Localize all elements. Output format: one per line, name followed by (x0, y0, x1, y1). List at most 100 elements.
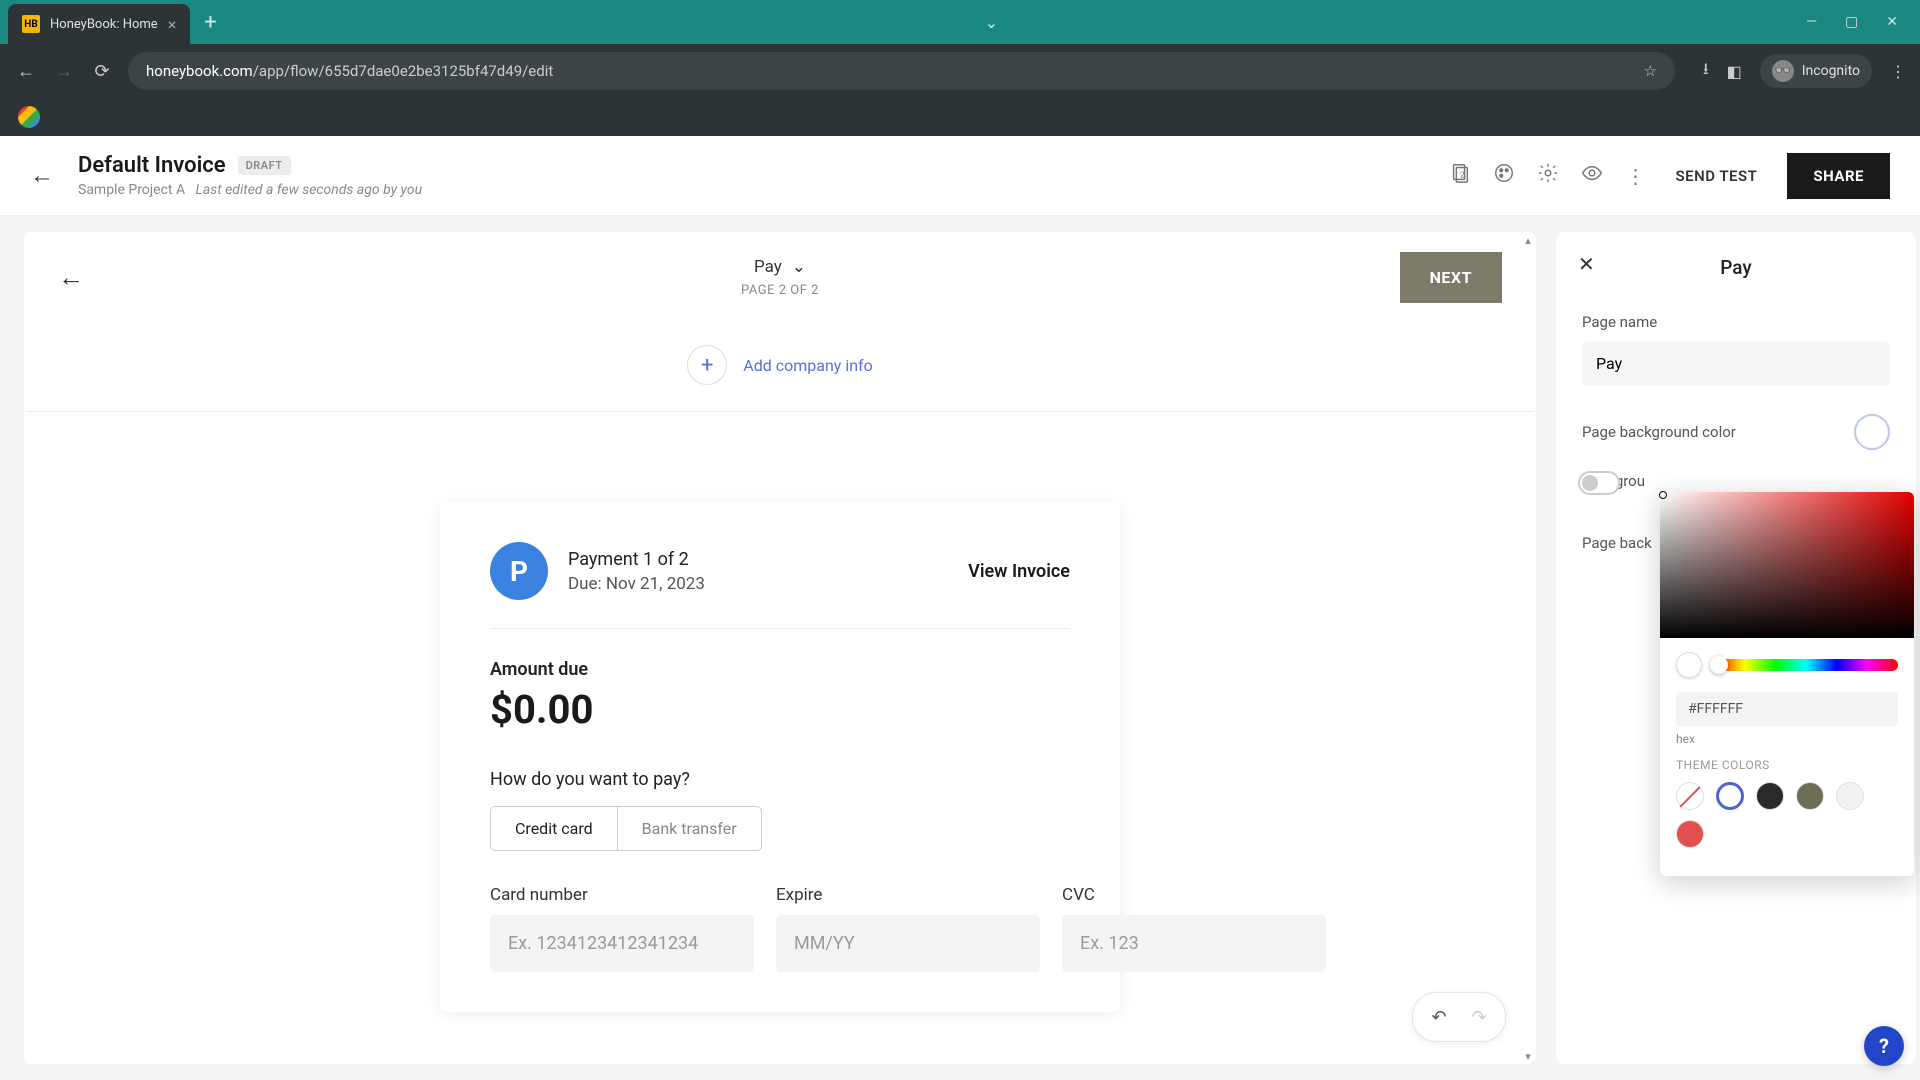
page-counter: PAGE 2 OF 2 (741, 283, 819, 298)
hue-handle[interactable] (1710, 656, 1728, 674)
sidepanel-icon[interactable]: ◧ (1727, 62, 1742, 81)
maximize-icon[interactable]: ▢ (1845, 14, 1858, 30)
project-name: Sample Project A (78, 182, 185, 198)
close-tab-icon[interactable]: × (168, 15, 177, 34)
share-button[interactable]: SHARE (1787, 153, 1890, 199)
pages-icon[interactable]: 2 (1449, 162, 1471, 189)
page-dropdown-label: Pay (754, 257, 782, 277)
swatch-light[interactable] (1836, 782, 1864, 810)
hue-row (1660, 638, 1914, 688)
redo-button[interactable]: ↷ (1463, 1001, 1495, 1033)
color-preview-swatch (1676, 652, 1702, 678)
payment-title: Payment 1 of 2 (568, 549, 948, 570)
bg-color-swatch[interactable] (1854, 414, 1890, 450)
downloads-icon[interactable]: ⭳ (1703, 58, 1709, 85)
add-company-button[interactable]: + (687, 345, 727, 385)
cvc-label: CVC (1062, 885, 1326, 905)
more-menu-icon[interactable]: ⋮ (1625, 164, 1645, 188)
google-shortcut-icon[interactable] (18, 106, 40, 128)
tab-overflow-icon[interactable]: ⌄ (985, 13, 998, 32)
scroll-down-icon[interactable]: ▾ (1520, 1048, 1536, 1064)
browser-toolbar: ← → ⟳ honeybook.com/app/flow/655d7dae0e2… (0, 44, 1920, 98)
bank-transfer-option[interactable]: Bank transfer (618, 807, 761, 850)
toolbar-icons: ⭳ ◧ 👓 Incognito ⋮ (1703, 54, 1906, 88)
app-header: ← Default Invoice DRAFT Sample Project A… (0, 136, 1920, 216)
settings-icon[interactable] (1537, 162, 1559, 189)
canvas-header: ← Pay ⌄ PAGE 2 OF 2 NEXT (24, 232, 1536, 323)
hex-input[interactable] (1676, 692, 1898, 726)
incognito-label: Incognito (1802, 63, 1860, 79)
back-icon[interactable]: ← (14, 61, 38, 82)
panel-title: Pay (1582, 256, 1890, 279)
canvas-wrap: ▴ ▾ ← Pay ⌄ PAGE 2 OF 2 NEXT + Add compa… (0, 216, 1548, 1080)
scrollbar[interactable]: ▴ ▾ (1520, 232, 1536, 1064)
theme-icon[interactable] (1493, 162, 1515, 189)
amount-label: Amount due (490, 659, 1070, 680)
cvc-field: CVC (1062, 885, 1326, 972)
header-back-button[interactable]: ← (30, 161, 54, 190)
page-back-button[interactable]: ← (58, 262, 84, 293)
bookmarks-bar (0, 98, 1920, 136)
header-info: Default Invoice DRAFT Sample Project A L… (78, 153, 422, 198)
swatch-red[interactable] (1676, 820, 1704, 848)
background-toggle[interactable] (1578, 471, 1620, 495)
minimize-icon[interactable]: — (1806, 14, 1817, 30)
cvc-input[interactable] (1062, 915, 1326, 972)
amount-value: $0.00 (490, 686, 1070, 733)
forward-icon[interactable]: → (52, 61, 76, 82)
document-title: Default Invoice (78, 153, 226, 178)
bg-color-label: Page background color (1582, 423, 1736, 441)
expire-label: Expire (776, 885, 1040, 905)
pay-card: P Payment 1 of 2 Due: Nov 21, 2023 View … (440, 502, 1120, 1012)
address-bar[interactable]: honeybook.com/app/flow/655d7dae0e2be3125… (128, 52, 1675, 90)
bg-color-row: Page background color (1582, 414, 1890, 450)
expire-input[interactable] (776, 915, 1040, 972)
incognito-badge[interactable]: 👓 Incognito (1760, 54, 1872, 88)
hue-slider[interactable] (1714, 659, 1898, 671)
page-name-label: Page name (1582, 313, 1890, 331)
new-tab-button[interactable]: + (204, 10, 216, 35)
swatch-none[interactable] (1676, 782, 1704, 810)
url-path: /app/flow/655d7dae0e2be3125bf47d49/edit (253, 62, 554, 80)
page-dropdown[interactable]: Pay ⌄ (754, 257, 806, 277)
help-button[interactable]: ? (1864, 1026, 1904, 1066)
view-invoice-link[interactable]: View Invoice (968, 561, 1070, 582)
close-panel-icon[interactable]: ✕ (1578, 252, 1595, 276)
theme-colors-label: THEME COLORS (1676, 758, 1898, 772)
color-picker-popup: hex THEME COLORS (1660, 492, 1914, 876)
pay-method-section: How do you want to pay? Credit card Bank… (490, 769, 1070, 851)
swatch-olive[interactable] (1796, 782, 1824, 810)
swatch-black[interactable] (1756, 782, 1784, 810)
saturation-area[interactable] (1660, 492, 1914, 638)
canvas: ▴ ▾ ← Pay ⌄ PAGE 2 OF 2 NEXT + Add compa… (24, 232, 1536, 1064)
browser-menu-icon[interactable]: ⋮ (1890, 62, 1906, 81)
card-number-field: Card number (490, 885, 754, 972)
browser-tab[interactable]: HB HoneyBook: Home × (8, 4, 190, 44)
browser-tab-strip: HB HoneyBook: Home × + ⌄ — ▢ ✕ (0, 0, 1920, 44)
send-test-button[interactable]: SEND TEST (1667, 157, 1765, 195)
add-company-row: + Add company info (26, 323, 1534, 412)
saturation-handle[interactable] (1659, 491, 1667, 499)
reload-icon[interactable]: ⟳ (90, 61, 114, 82)
swatch-white[interactable] (1716, 782, 1744, 810)
undo-button[interactable]: ↶ (1423, 1001, 1455, 1033)
page-selector: Pay ⌄ PAGE 2 OF 2 (741, 257, 819, 298)
payment-badge: P (490, 542, 548, 600)
url-domain: honeybook.com (146, 62, 253, 80)
favicon: HB (22, 15, 40, 33)
card-number-label: Card number (490, 885, 754, 905)
add-company-label[interactable]: Add company info (743, 356, 872, 375)
amount-section: Amount due $0.00 (490, 629, 1070, 733)
theme-swatch-row-2 (1676, 820, 1898, 848)
card-fields: Card number Expire CVC (490, 885, 1070, 972)
preview-icon[interactable] (1581, 162, 1603, 189)
incognito-icon: 👓 (1772, 60, 1794, 82)
credit-card-option[interactable]: Credit card (491, 807, 618, 850)
next-button[interactable]: NEXT (1400, 252, 1502, 303)
bookmark-star-icon[interactable]: ☆ (1644, 62, 1657, 80)
page-name-input[interactable] (1582, 341, 1890, 386)
pay-card-wrap: P Payment 1 of 2 Due: Nov 21, 2023 View … (24, 412, 1536, 1012)
close-window-icon[interactable]: ✕ (1886, 14, 1898, 30)
card-number-input[interactable] (490, 915, 754, 972)
main-area: ▴ ▾ ← Pay ⌄ PAGE 2 OF 2 NEXT + Add compa… (0, 216, 1920, 1080)
